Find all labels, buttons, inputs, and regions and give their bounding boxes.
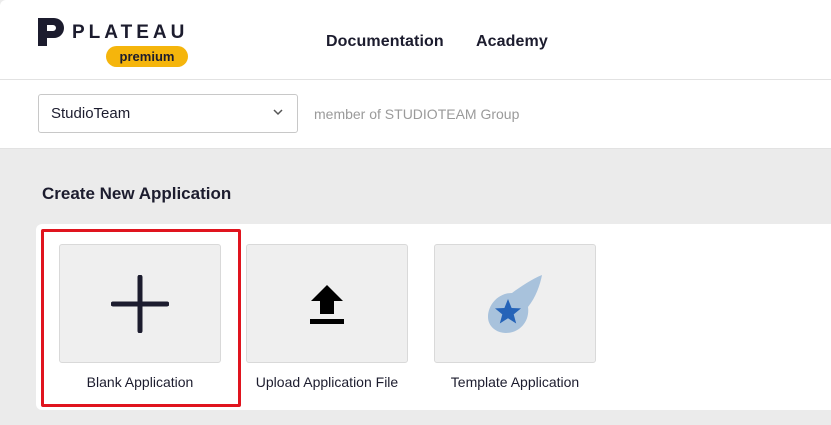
create-section-title: Create New Application [42, 184, 232, 203]
team-membership-text: member of STUDIOTEAM Group [314, 106, 520, 122]
blank-application-card[interactable]: Blank Application [59, 244, 221, 390]
star-comet-icon [488, 274, 542, 333]
chevron-down-icon [273, 109, 283, 116]
upload-application-tile[interactable] [246, 244, 408, 363]
template-application-label: Template Application [450, 374, 580, 390]
upload-application-card[interactable]: Upload Application File [246, 244, 408, 390]
upload-icon [310, 284, 344, 324]
plus-icon [111, 274, 169, 333]
brand-name: PLATEAU [72, 22, 189, 43]
upload-application-label: Upload Application File [255, 374, 399, 390]
team-select-value: StudioTeam [51, 105, 131, 122]
blank-application-label: Blank Application [86, 374, 194, 390]
plateau-logo[interactable]: PLATEAU premium [38, 18, 198, 70]
plateau-logo-mark-icon [38, 18, 64, 46]
premium-badge: premium [106, 46, 188, 67]
nav-academy[interactable]: Academy [476, 33, 548, 51]
team-select[interactable]: StudioTeam [38, 94, 298, 133]
nav-documentation[interactable]: Documentation [326, 33, 444, 51]
team-bar: StudioTeam member of STUDIOTEAM Group [0, 80, 831, 149]
template-application-tile[interactable] [434, 244, 596, 363]
template-application-card[interactable]: Template Application [434, 244, 596, 390]
top-bar: PLATEAU premium Documentation Academy [0, 0, 831, 80]
blank-application-tile[interactable] [59, 244, 221, 363]
